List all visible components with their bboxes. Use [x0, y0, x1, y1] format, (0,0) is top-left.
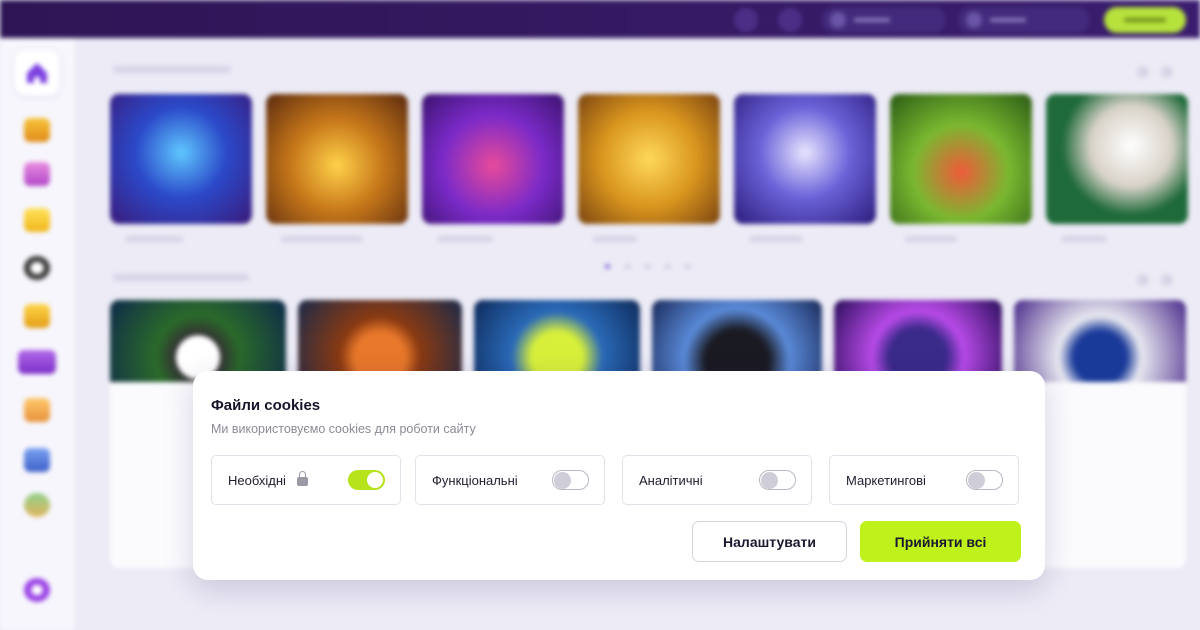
top-bar	[0, 0, 1200, 38]
necessary-toggle[interactable]	[348, 470, 385, 490]
cookie-consent-dialog: Файли cookies Ми використовуємо cookies …	[193, 371, 1045, 580]
game-card[interactable]	[422, 94, 564, 224]
game-card[interactable]	[734, 94, 876, 224]
carousel-dot[interactable]	[625, 264, 630, 269]
game-title	[125, 236, 183, 242]
option-label: Маркетингові	[846, 473, 926, 488]
option-label: Необхідні	[228, 473, 286, 488]
soccer-banner	[110, 300, 286, 382]
cookie-option-functional: Функціональні	[415, 455, 605, 505]
balance-pill[interactable]	[822, 7, 946, 33]
game-card[interactable]	[1046, 94, 1188, 224]
carousel-dot[interactable]	[645, 264, 650, 269]
basketball-banner	[298, 300, 462, 382]
esports-banner	[834, 300, 1002, 382]
carousel-dot[interactable]	[685, 264, 690, 269]
sidebar	[0, 38, 75, 630]
cube-icon[interactable]	[24, 208, 50, 232]
game-card[interactable]	[266, 94, 408, 224]
tennis-banner	[474, 300, 640, 382]
analytics-toggle[interactable]	[759, 470, 796, 490]
game-card[interactable]	[578, 94, 720, 224]
carousel-dot[interactable]	[665, 264, 670, 269]
ticket-icon[interactable]	[24, 448, 50, 472]
next-arrow[interactable]	[1161, 274, 1173, 286]
game-title	[593, 236, 637, 242]
cookie-option-necessary: Необхідні	[211, 455, 401, 505]
deposit-button[interactable]	[1104, 7, 1186, 33]
section-title	[113, 66, 231, 73]
slots-777-icon[interactable]	[18, 350, 56, 374]
bowling-banner	[1014, 300, 1186, 382]
marketing-toggle[interactable]	[966, 470, 1003, 490]
cookie-option-marketing: Маркетингові	[829, 455, 1019, 505]
account-pill[interactable]	[958, 7, 1090, 33]
functional-toggle[interactable]	[552, 470, 589, 490]
dialog-subtitle: Ми використовуємо cookies для роботи сай…	[211, 422, 476, 436]
next-arrow[interactable]	[1161, 66, 1173, 78]
option-label: Функціональні	[432, 473, 518, 488]
soccer-ball-icon[interactable]	[24, 256, 50, 280]
game-card[interactable]	[110, 94, 252, 224]
headset-icon[interactable]	[24, 578, 50, 602]
game-title	[281, 236, 363, 242]
gift-icon[interactable]	[24, 162, 50, 186]
hockey-banner	[652, 300, 822, 382]
game-title	[1061, 236, 1107, 242]
trophy-icon[interactable]	[24, 304, 50, 328]
gift-icon[interactable]	[778, 8, 802, 32]
prev-arrow[interactable]	[1137, 274, 1149, 286]
settings-button[interactable]: Налаштувати	[692, 521, 847, 562]
globe-icon[interactable]	[24, 493, 50, 517]
crown-icon[interactable]	[24, 118, 50, 142]
home-icon	[27, 63, 47, 83]
prev-arrow[interactable]	[1137, 66, 1149, 78]
lock-icon	[297, 471, 308, 486]
notification-icon[interactable]	[734, 8, 758, 32]
sidebar-home[interactable]	[14, 50, 60, 96]
cookie-option-analytics: Аналітичні	[622, 455, 812, 505]
accept-all-button[interactable]: Прийняти всі	[860, 521, 1021, 562]
game-title	[905, 236, 957, 242]
option-label: Аналітичні	[639, 473, 703, 488]
section-title	[113, 274, 249, 281]
dialog-title: Файли cookies	[211, 397, 321, 414]
carousel-dot[interactable]	[605, 264, 610, 269]
game-title	[749, 236, 803, 242]
game-card[interactable]	[890, 94, 1032, 224]
game-title	[437, 236, 493, 242]
cat-icon[interactable]	[24, 398, 50, 422]
